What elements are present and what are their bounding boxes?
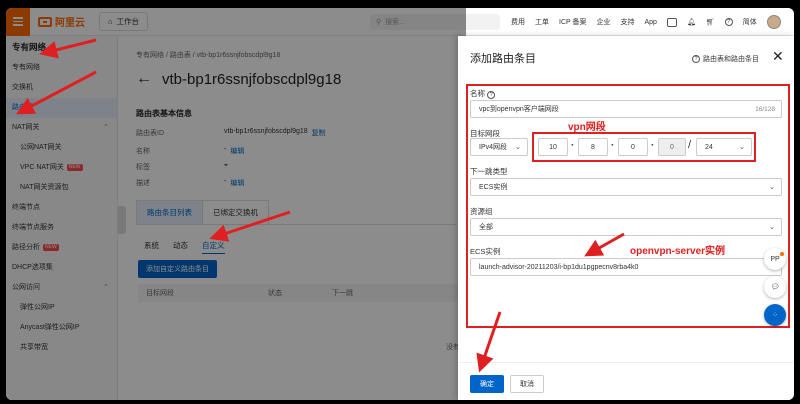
- next-hop-label: 下一跳类型: [470, 167, 508, 176]
- resource-group-select[interactable]: 全部 ⌄: [470, 218, 782, 236]
- resource-group-label: 资源组: [470, 207, 493, 216]
- char-counter: 16/128: [755, 105, 775, 113]
- drawer-footer: 确定 取消: [458, 362, 794, 400]
- chevron-down-icon: ⌄: [515, 144, 521, 151]
- name-input[interactable]: vpc到openvpn客户端网段 16/128: [470, 100, 782, 118]
- top-link-icp[interactable]: ICP 备案: [559, 17, 587, 27]
- octet-separator: ·: [571, 140, 575, 151]
- octet-separator: ·: [611, 140, 615, 151]
- chevron-down-icon: ⌄: [739, 144, 745, 151]
- chevron-down-icon: ⌄: [769, 224, 775, 231]
- octet-input-4[interactable]: 0: [658, 138, 686, 156]
- next-hop-select[interactable]: ECS实例 ⌄: [470, 178, 782, 196]
- screen-icon[interactable]: [666, 17, 677, 27]
- annotation-box-form: [466, 84, 790, 328]
- top-links: 费用 工单 ICP 备案 企业 支持 App 🔔︎ 🛒︎ ? 简体: [511, 8, 781, 36]
- chat-icon[interactable]: 💬︎: [764, 276, 786, 298]
- apps-icon[interactable]: ⁘: [764, 304, 786, 326]
- top-link-enterprise[interactable]: 企业: [597, 17, 611, 27]
- prefix-select[interactable]: 24 ⌄: [696, 138, 752, 156]
- octet-input-1[interactable]: 10: [538, 138, 568, 156]
- bell-icon[interactable]: 🔔︎: [687, 18, 696, 26]
- octet-input-3[interactable]: 0: [618, 138, 648, 156]
- help-icon: ?: [487, 91, 496, 99]
- ip-type-select[interactable]: IPv4网段 ⌄: [470, 138, 528, 156]
- cancel-button[interactable]: 取消: [510, 375, 544, 393]
- add-route-drawer: 添加路由条目 ? 路由表和路由条目 ✕ 名称 ? vpc到openvpn客户端网段…: [458, 36, 794, 400]
- lang-switch[interactable]: 简体: [743, 17, 757, 27]
- help-link[interactable]: ? 路由表和路由条目: [692, 54, 759, 64]
- ecs-instance-select[interactable]: launch-advisor-20211203/i-bp1du1pgpecnv8…: [470, 258, 782, 276]
- name-label: 名称 ?: [470, 88, 496, 99]
- prefix-slash: /: [688, 139, 692, 151]
- annotation-openvpn-server: openvpn-server实例: [630, 246, 726, 257]
- octet-separator: ·: [651, 140, 655, 151]
- annotation-vpn-cidr: vpn网段: [568, 122, 606, 133]
- cart-icon[interactable]: 🛒︎: [706, 18, 715, 26]
- notification-dot: [780, 252, 784, 256]
- drawer-title: 添加路由条目: [470, 53, 536, 65]
- top-link-support[interactable]: 支持: [621, 17, 635, 27]
- screen: 阿里云 ⌂ 工作台 ⚲ 搜索... 费用 工单 ICP 备案 企业 支持 App 🔔…: [6, 8, 794, 400]
- help-icon: ?: [692, 55, 700, 63]
- ecs-instance-label: ECS实例: [470, 247, 501, 256]
- help-icon[interactable]: ?: [724, 18, 733, 26]
- avatar[interactable]: [766, 15, 781, 29]
- close-icon[interactable]: ✕: [772, 48, 784, 65]
- modal-overlay[interactable]: [6, 8, 466, 400]
- chevron-down-icon: ⌄: [769, 184, 775, 191]
- top-link-fees[interactable]: 费用: [511, 17, 525, 27]
- octet-input-2[interactable]: 8: [578, 138, 608, 156]
- confirm-button[interactable]: 确定: [470, 375, 504, 393]
- top-link-ticket[interactable]: 工单: [535, 17, 549, 27]
- top-link-app[interactable]: App: [645, 19, 657, 26]
